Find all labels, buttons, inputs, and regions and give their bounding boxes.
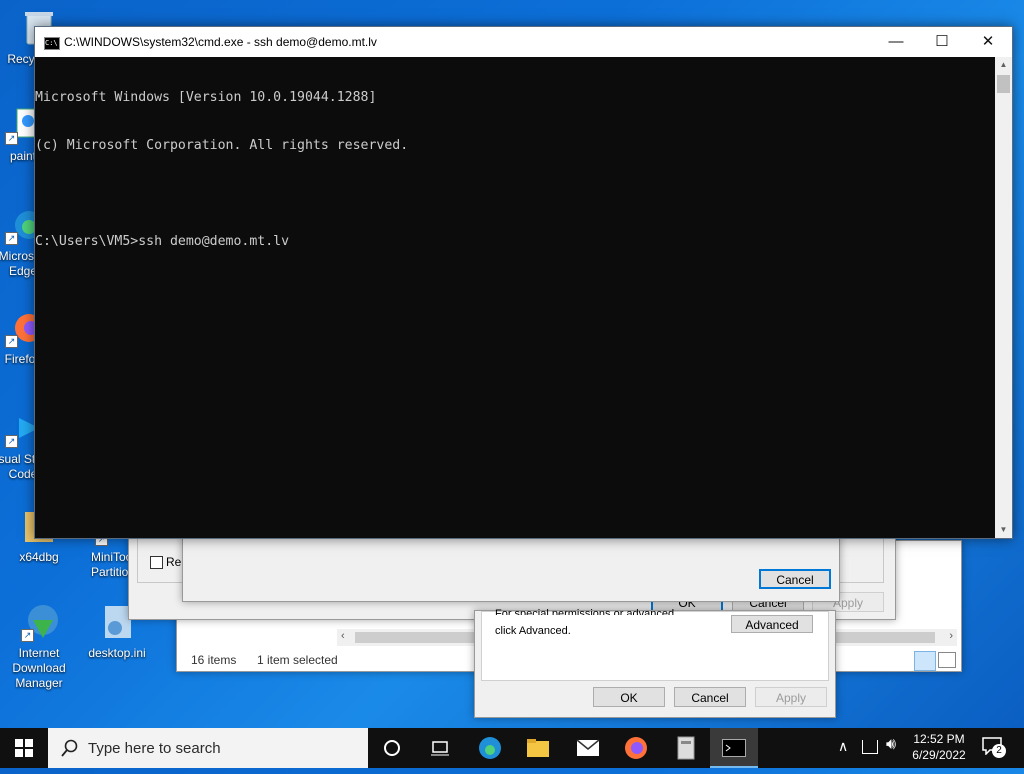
- close-button[interactable]: ✕: [965, 27, 1011, 57]
- security-cancel-button[interactable]: Cancel: [674, 687, 746, 707]
- notification-count-badge: 2: [992, 744, 1006, 758]
- details-view-icon[interactable]: [914, 651, 936, 671]
- network-icon[interactable]: [862, 740, 878, 754]
- scrollbar-thumb[interactable]: [997, 75, 1010, 93]
- scroll-down-icon[interactable]: ▼: [995, 522, 1012, 538]
- search-placeholder: Type here to search: [88, 740, 221, 757]
- cortana-circle-icon: [384, 740, 400, 756]
- task-view-icon: [431, 741, 449, 756]
- security-hint-line1: For special permissions or advanced sett…: [495, 608, 675, 615]
- search-icon: [61, 739, 78, 757]
- volume-icon[interactable]: 🔊︎: [886, 736, 896, 754]
- taskbar-firefox[interactable]: [612, 728, 660, 768]
- edge-icon: [479, 737, 501, 759]
- taskbar-unknown-app[interactable]: [662, 728, 710, 768]
- taskbar: Type here to search ∧ 🔊︎ 12:52 PM 6/29/2…: [0, 728, 1024, 768]
- minimize-button[interactable]: —: [873, 27, 919, 57]
- start-button[interactable]: [0, 728, 48, 768]
- cmd-window-title: C:\WINDOWS\system32\cmd.exe - ssh demo@d…: [64, 35, 377, 49]
- cmd-icon: [722, 739, 746, 757]
- cortana-button[interactable]: [368, 728, 416, 768]
- document-app-icon: [677, 736, 695, 760]
- scroll-left-icon[interactable]: ‹: [341, 630, 345, 642]
- shortcut-arrow-icon: ↗: [21, 629, 34, 642]
- notification-center-button[interactable]: 2: [982, 737, 1006, 759]
- taskbar-search-box[interactable]: Type here to search: [48, 728, 368, 768]
- cmd-titlebar[interactable]: C:\ C:\WINDOWS\system32\cmd.exe - ssh de…: [35, 27, 1012, 57]
- desktop-icon-label: desktop.ini: [88, 646, 146, 660]
- clock-date: 6/29/2022: [912, 748, 966, 762]
- desktop-icon-idm[interactable]: ↗ Internet Download Manager: [2, 602, 76, 691]
- clock-time: 12:52 PM: [913, 732, 965, 746]
- shortcut-arrow-icon: ↗: [5, 132, 18, 145]
- shortcut-arrow-icon: ↗: [5, 335, 18, 348]
- console-prompt-line: C:\Users\VM5>ssh demo@demo.mt.lv: [35, 234, 290, 249]
- security-dialog: For special permissions or advanced sett…: [474, 608, 836, 718]
- download-manager-icon: ↗: [19, 602, 59, 642]
- windows-logo-icon: [15, 739, 33, 757]
- taskbar-mail[interactable]: [564, 728, 612, 768]
- console-line: Microsoft Windows [Version 10.0.19044.12…: [35, 90, 377, 105]
- chevron-up-icon: ∧: [838, 738, 849, 754]
- advanced-cancel-button[interactable]: Cancel: [759, 569, 831, 589]
- replace-checkbox[interactable]: [150, 556, 163, 569]
- console-output[interactable]: Microsoft Windows [Version 10.0.19044.12…: [35, 57, 995, 539]
- scroll-right-icon[interactable]: ›: [949, 630, 953, 642]
- scroll-up-icon[interactable]: ▲: [995, 57, 1012, 73]
- desktop-icon-label: x64dbg: [19, 550, 59, 564]
- vertical-scrollbar[interactable]: ▲ ▼: [995, 57, 1012, 538]
- mail-icon: [576, 739, 600, 756]
- cmd-window[interactable]: C:\ C:\WINDOWS\system32\cmd.exe - ssh de…: [34, 26, 1013, 539]
- shortcut-arrow-icon: ↗: [5, 435, 18, 448]
- desktop-icon-label: Internet Download Manager: [12, 646, 66, 690]
- cmd-app-icon: C:\: [44, 37, 60, 50]
- folder-icon: [527, 739, 549, 757]
- task-view-button[interactable]: [416, 728, 464, 768]
- desktop-icon-label: paint: [9, 149, 37, 163]
- clock[interactable]: 12:52 PM 6/29/2022: [906, 731, 972, 763]
- security-ok-button[interactable]: OK: [593, 687, 665, 707]
- advanced-settings-dialog: Cancel: [182, 536, 840, 602]
- taskbar-cmd[interactable]: [710, 728, 758, 768]
- shortcut-arrow-icon: ↗: [5, 232, 18, 245]
- status-item-count: 16 items: [191, 653, 237, 667]
- show-hidden-icons-button[interactable]: ∧: [838, 738, 848, 755]
- security-apply-button[interactable]: Apply: [755, 687, 827, 707]
- console-line: (c) Microsoft Corporation. All rights re…: [35, 138, 409, 153]
- taskbar-file-explorer[interactable]: [514, 728, 562, 768]
- status-selected: 1 item selected: [257, 653, 338, 667]
- taskbar-edge[interactable]: [466, 728, 514, 768]
- maximize-button[interactable]: ☐: [919, 27, 965, 57]
- firefox-icon: [625, 737, 647, 759]
- advanced-button[interactable]: Advanced: [731, 615, 813, 633]
- security-hint-line2: click Advanced.: [495, 625, 571, 637]
- large-icons-view-icon[interactable]: [938, 652, 956, 668]
